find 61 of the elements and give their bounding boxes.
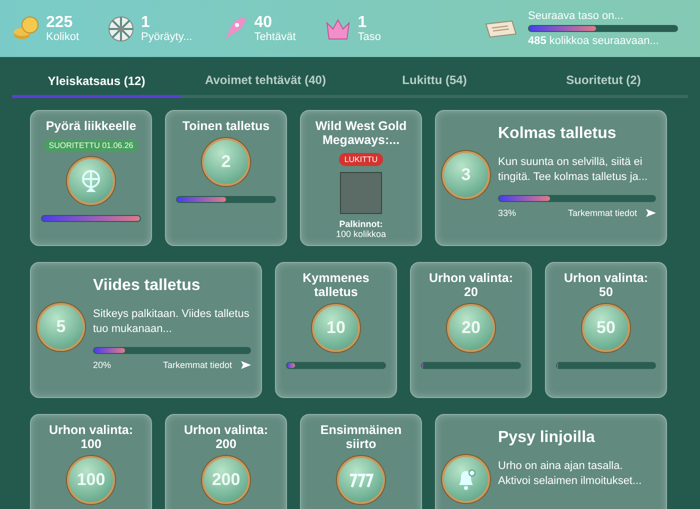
- stat-value: 40: [254, 14, 273, 31]
- task-card[interactable]: 5 Viides talletus Sitkeys palkitaan. Viides talletus tuo mukanaan... 20% Tarkemmat tiedot: [30, 262, 262, 398]
- task-card[interactable]: 3 Kolmas talletus Kun suunta on selvillä, siitä ei tingitä. Tee kolmas talletus ja... 33% Tarkemmat tiedot: [435, 110, 667, 246]
- medal: 100: [67, 456, 115, 504]
- tab[interactable]: Suoritetut (2): [519, 57, 688, 95]
- rewards-value: 100 kolikkoa: [336, 229, 386, 239]
- card-title: Kymmenes talletus: [302, 271, 370, 299]
- medal: 50: [582, 304, 630, 352]
- rewards-label: Palkinnot:: [339, 219, 383, 229]
- send-icon: [241, 360, 251, 370]
- medal: 10: [312, 304, 360, 352]
- stat-value: 225: [46, 14, 74, 31]
- task-card[interactable]: Urhon valinta: 200 200: [165, 414, 287, 509]
- medal: 20: [447, 304, 495, 352]
- status-badge: SUORITETTU 01.06.26: [44, 139, 138, 152]
- task-card[interactable]: Ensimmäinen siirto: [300, 414, 422, 509]
- stat-label: Tehtävät: [254, 31, 296, 43]
- task-card[interactable]: Urhon valinta: 50 50: [545, 262, 667, 398]
- card-title: Urhon valinta: 100: [48, 423, 134, 451]
- medal: 2: [202, 138, 250, 186]
- medal: 200: [202, 456, 250, 504]
- progress-percent: 20%: [93, 360, 112, 370]
- card-description: Kun suunta on selvillä, siitä ei tingitä. Tee kolmas talletus ja...: [498, 155, 649, 185]
- card-description: Sitkeys palkitaan. Viides talletus tuo mukanaan...: [93, 307, 250, 337]
- card-description: Urho on aina ajan tasalla. Aktivoi selaimen ilmoitukset...: [498, 459, 643, 489]
- stat-label: Pyöräyty...: [141, 31, 192, 43]
- tab[interactable]: Avoimet tehtävät (40): [181, 57, 350, 95]
- card-title: Urhon valinta: 20: [428, 271, 514, 299]
- stat-label: Kolikot: [46, 31, 80, 43]
- card-title: Wild West Gold Megaways:...: [314, 119, 408, 147]
- card-title: Urhon valinta: 200: [182, 423, 270, 451]
- card-title: Pyörä liikkeelle: [46, 119, 136, 133]
- task-card[interactable]: Pyörä liikkeelle SUORITETTU 01.06.26: [30, 110, 152, 246]
- task-card[interactable]: Wild West Gold Megaways:... LUKITTU Palkinnot: 100 kolikkoa: [300, 110, 422, 246]
- task-card[interactable]: Kymmenes talletus 10: [275, 262, 397, 398]
- card-title: Urhon valinta: 50: [562, 271, 650, 299]
- stat-label: Taso: [358, 31, 382, 43]
- tab[interactable]: Yleiskatsaus (12): [12, 57, 181, 98]
- status-badge: LUKITTU: [339, 153, 383, 166]
- task-card[interactable]: Urhon valinta: 20 20: [410, 262, 532, 398]
- medal: 5: [37, 303, 85, 351]
- next-level-title: Seuraava taso on...: [528, 10, 624, 22]
- task-card[interactable]: Pysy linjoilla Urho on aina ajan tasalla. Aktivoi selaimen ilmoitukset...: [435, 414, 667, 509]
- progress-percent: 33%: [498, 208, 518, 218]
- task-card[interactable]: Toinen talletus 2: [165, 110, 287, 246]
- card-title: Toinen talletus: [182, 119, 270, 133]
- game-logo-placeholder: [340, 172, 382, 214]
- stat-value: 1: [141, 14, 151, 31]
- medal: 3: [442, 151, 490, 199]
- card-title: Ensimmäinen siirto: [319, 423, 403, 451]
- card-title: Viides talletus: [93, 279, 202, 293]
- details-link[interactable]: Tarkemmat tiedot: [163, 360, 241, 370]
- next-level-note: 485 kolikkoa seuraavaan...: [528, 35, 660, 47]
- card-title: Pysy linjoilla: [498, 431, 596, 445]
- details-link[interactable]: Tarkemmat tiedot: [568, 208, 646, 218]
- stat-value: 1: [358, 14, 368, 31]
- wheel-icon: [107, 14, 136, 42]
- task-card[interactable]: Urhon valinta: 100 100: [30, 414, 152, 509]
- send-icon: [646, 208, 656, 218]
- tab[interactable]: Lukittu (54): [350, 57, 519, 95]
- card-title: Kolmas talletus: [498, 127, 618, 141]
